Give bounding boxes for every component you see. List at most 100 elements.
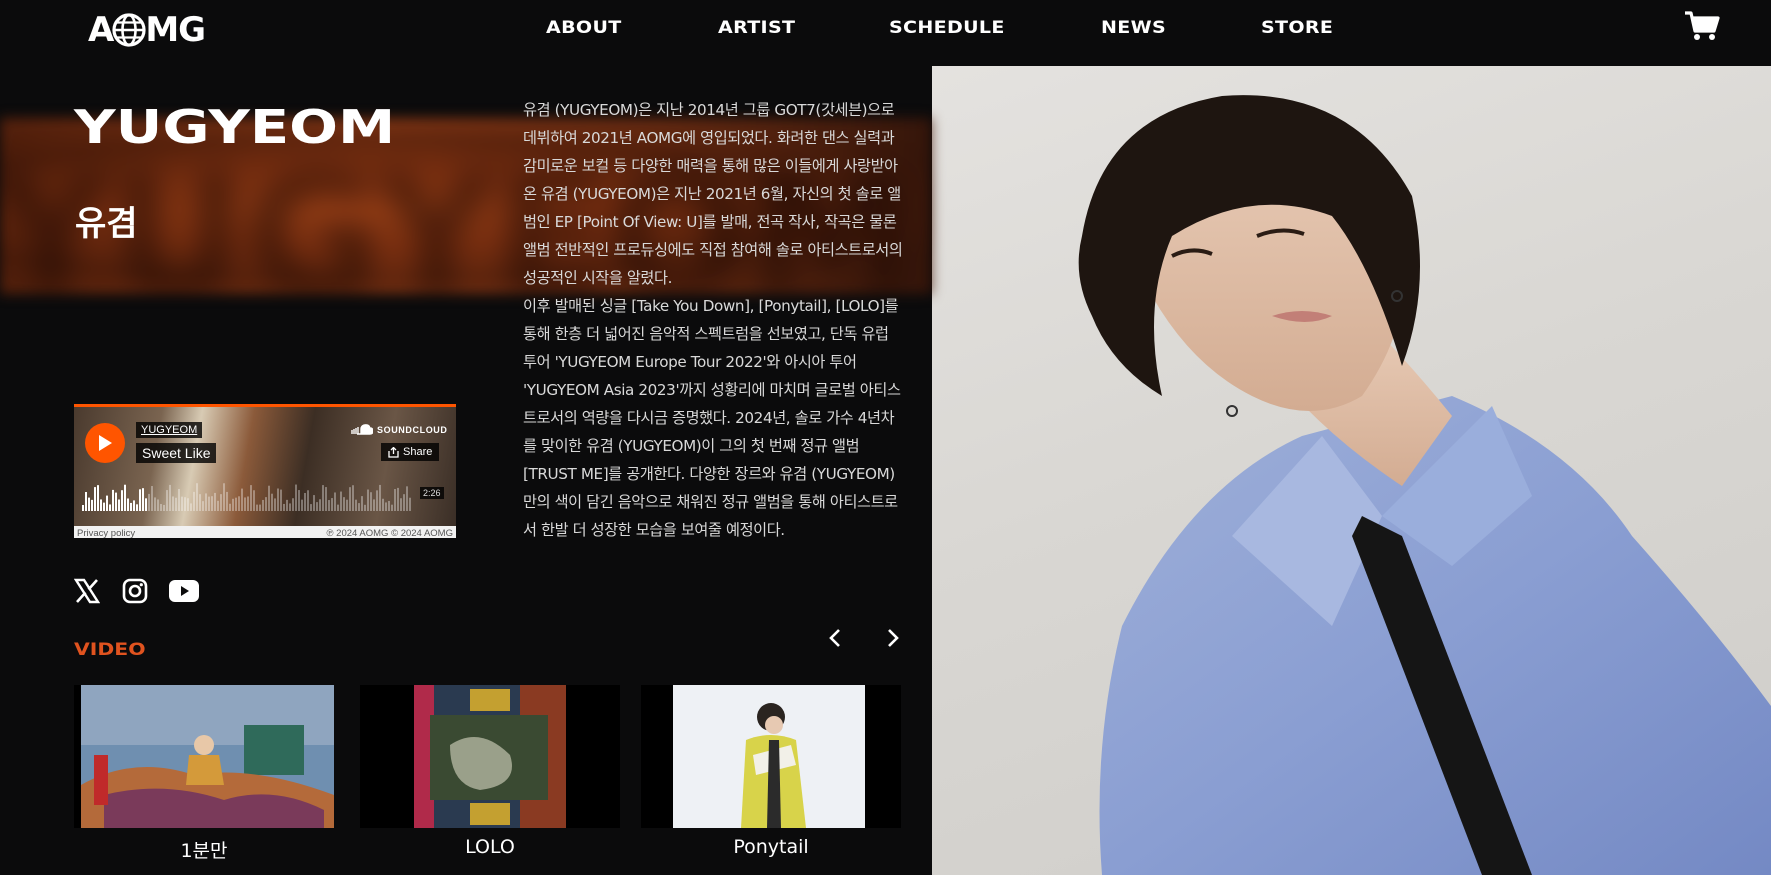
logo-letter-a: A bbox=[88, 10, 114, 50]
waveform-bar bbox=[382, 498, 384, 511]
video-thumbnail-image bbox=[360, 685, 620, 828]
waveform-bar bbox=[337, 504, 339, 511]
waveform-bar bbox=[175, 497, 177, 511]
waveform-bar bbox=[310, 504, 312, 511]
instagram-icon[interactable] bbox=[122, 578, 148, 604]
soundcloud-logo[interactable]: SOUNDCLOUD bbox=[351, 424, 448, 435]
waveform-bar bbox=[244, 497, 246, 511]
waveform-bar bbox=[211, 496, 213, 511]
waveform-bar bbox=[364, 504, 366, 511]
artist-photo bbox=[932, 66, 1771, 875]
waveform-bar bbox=[181, 496, 183, 511]
waveform-bar bbox=[163, 504, 165, 511]
waveform-bar bbox=[298, 490, 300, 511]
youtube-icon[interactable] bbox=[168, 578, 200, 604]
waveform-bar bbox=[316, 502, 318, 511]
waveform-bar bbox=[196, 483, 198, 511]
logo-letters-mg: MG bbox=[145, 10, 206, 50]
video-thumbnail[interactable] bbox=[641, 685, 901, 828]
cart-icon[interactable] bbox=[1684, 10, 1720, 42]
waveform-bar bbox=[115, 492, 117, 511]
soundcloud-track-title[interactable]: Sweet Like bbox=[136, 443, 217, 463]
waveform-bar bbox=[334, 492, 336, 511]
waveform-bar bbox=[127, 498, 129, 511]
video-card[interactable]: 1분만 bbox=[74, 685, 334, 863]
share-label: Share bbox=[403, 446, 433, 458]
waveform-bar bbox=[289, 503, 291, 511]
x-twitter-icon[interactable] bbox=[74, 578, 100, 604]
waveform-bar bbox=[91, 499, 93, 511]
waveform-bar bbox=[391, 504, 393, 511]
waveform-bar bbox=[112, 489, 114, 511]
video-thumbnail[interactable] bbox=[74, 685, 334, 828]
nav-store[interactable]: STORE bbox=[1261, 18, 1333, 38]
video-thumbnail[interactable] bbox=[360, 685, 620, 828]
chevron-right-icon[interactable] bbox=[882, 626, 904, 650]
waveform-bar bbox=[214, 492, 216, 511]
waveform-bar bbox=[190, 503, 192, 511]
nav-about[interactable]: ABOUT bbox=[546, 18, 622, 38]
nav-artist[interactable]: ARTIST bbox=[718, 18, 795, 38]
waveform-bar bbox=[295, 484, 297, 511]
play-icon bbox=[99, 435, 112, 451]
soundcloud-player[interactable]: YUGYEOM Sweet Like SOUNDCLOUD Share 2:26… bbox=[74, 404, 456, 538]
waveform-bar bbox=[319, 499, 321, 511]
video-title[interactable]: LOLO bbox=[360, 836, 620, 858]
waveform-bar bbox=[370, 492, 372, 511]
soundcloud-user-link[interactable]: YUGYEOM bbox=[136, 422, 203, 438]
waveform-bar bbox=[262, 499, 264, 511]
artist-name-english: YUGYEOM bbox=[74, 100, 396, 154]
waveform-bar bbox=[169, 484, 171, 511]
play-button[interactable] bbox=[85, 423, 125, 463]
video-title[interactable]: Ponytail bbox=[641, 836, 901, 858]
waveform-bar bbox=[88, 497, 90, 511]
waveform[interactable] bbox=[82, 469, 412, 511]
video-card[interactable]: Ponytail bbox=[641, 685, 901, 858]
waveform-bar bbox=[109, 504, 111, 511]
waveform-bar bbox=[331, 498, 333, 511]
video-title[interactable]: 1분만 bbox=[74, 836, 334, 863]
nav-news[interactable]: NEWS bbox=[1101, 18, 1166, 38]
privacy-policy-link[interactable]: Privacy policy bbox=[77, 528, 135, 538]
waveform-bar bbox=[82, 505, 84, 511]
waveform-bar bbox=[274, 498, 276, 511]
waveform-bar bbox=[241, 488, 243, 511]
waveform-bar bbox=[361, 496, 363, 511]
waveform-bar bbox=[259, 504, 261, 511]
waveform-bar bbox=[124, 484, 126, 511]
waveform-bar bbox=[409, 497, 411, 511]
soundcloud-brand-text: SOUNDCLOUD bbox=[377, 424, 448, 435]
copyright-text: ℗ 2024 AOMG © 2024 AOMG bbox=[326, 528, 453, 538]
waveform-bar bbox=[343, 497, 345, 511]
waveform-bar bbox=[151, 486, 153, 511]
video-carousel: 1분만 LOLO Ponytail bbox=[74, 685, 902, 875]
waveform-bar bbox=[172, 496, 174, 511]
nav-schedule[interactable]: SCHEDULE bbox=[889, 18, 1005, 38]
soundcloud-footer: Privacy policy ℗ 2024 AOMG © 2024 AOMG bbox=[74, 526, 456, 538]
waveform-bar bbox=[307, 490, 309, 511]
waveform-bar bbox=[352, 485, 354, 511]
waveform-bar bbox=[235, 497, 237, 511]
waveform-bar bbox=[271, 493, 273, 511]
artist-name-korean: 유겸 bbox=[75, 204, 138, 244]
waveform-bar bbox=[97, 485, 99, 511]
waveform-bar bbox=[223, 483, 225, 511]
bio-paragraph-1: 유겸 (YUGYEOM)은 지난 2014년 그룹 GOT7(갓세븐)으로 데뷔… bbox=[523, 101, 903, 287]
waveform-bar bbox=[373, 499, 375, 511]
video-card[interactable]: LOLO bbox=[360, 685, 620, 858]
aomg-logo[interactable]: A MG bbox=[88, 8, 206, 52]
chevron-left-icon[interactable] bbox=[824, 626, 846, 650]
waveform-bar bbox=[247, 496, 249, 511]
waveform-bar bbox=[154, 497, 156, 511]
share-button[interactable]: Share bbox=[381, 443, 440, 461]
waveform-bar bbox=[349, 487, 351, 511]
waveform-bar bbox=[100, 499, 102, 511]
waveform-bar bbox=[358, 503, 360, 511]
waveform-bar bbox=[166, 490, 168, 511]
waveform-bar bbox=[292, 498, 294, 511]
waveform-bar bbox=[385, 502, 387, 511]
waveform-bar bbox=[406, 486, 408, 511]
waveform-bar bbox=[340, 491, 342, 511]
waveform-bar bbox=[301, 499, 303, 511]
waveform-bar bbox=[184, 497, 186, 511]
